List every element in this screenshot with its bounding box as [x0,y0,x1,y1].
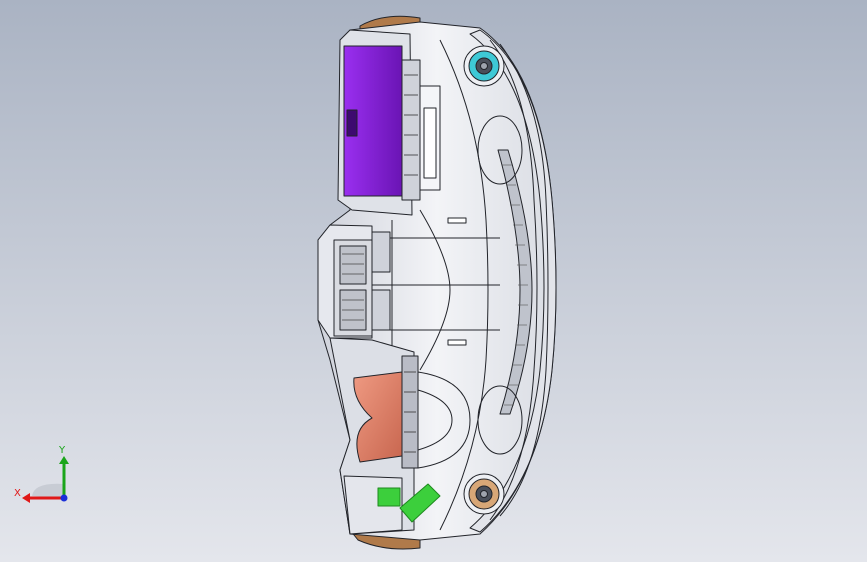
triad-z-dot [60,494,68,502]
slot-upper [447,217,467,224]
triad-z-plane [32,483,64,498]
triad-y-arrow [59,456,69,464]
triad-x-arrow [22,493,30,503]
upper-vent [401,59,421,201]
purple-panel-latch [346,109,358,137]
upper-rect-inner [423,107,437,179]
cad-model-view[interactable] [0,0,867,562]
green-block[interactable] [377,487,401,507]
graphics-viewport[interactable]: Y X [0,0,867,562]
triad-x-label: X [14,488,21,499]
slot-lower [447,339,467,346]
lower-speaker-dust-cap [480,490,488,498]
orientation-triad: Y X [14,445,69,503]
upper-speaker-dust-cap [480,62,488,70]
triad-y-label: Y [58,445,66,456]
dashboard-model[interactable] [317,15,557,550]
